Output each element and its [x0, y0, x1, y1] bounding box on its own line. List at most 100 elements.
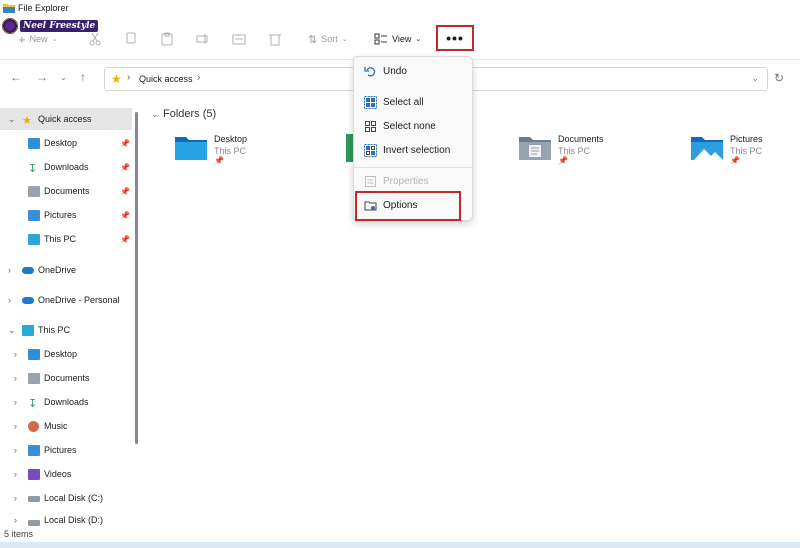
folder-name: Documents: [558, 134, 604, 144]
sidebar-item-pictures[interactable]: Pictures 📌: [0, 204, 132, 226]
watermark-disc-icon: [2, 18, 18, 34]
sidebar-item-label: Local Disk (C:): [44, 493, 104, 503]
chevron-down-icon[interactable]: ⌄: [8, 114, 16, 125]
menu-item-properties[interactable]: Properties: [358, 171, 468, 193]
sidebar-item-onedrive[interactable]: › OneDrive: [0, 259, 132, 281]
select-none-icon: [365, 121, 376, 132]
paste-button[interactable]: [160, 18, 174, 60]
chevron-right-icon[interactable]: ›: [14, 349, 17, 359]
paste-icon: [161, 32, 173, 46]
sidebar-item-onedrive-personal[interactable]: › OneDrive - Personal: [0, 289, 132, 311]
see-more-button[interactable]: •••: [436, 25, 474, 51]
sidebar-item-local-disk-d[interactable]: › Local Disk (D:): [0, 511, 132, 528]
watermark-logo: Neel Freestyle: [2, 17, 99, 35]
computer-icon: [28, 233, 40, 245]
folder-name: Desktop: [214, 134, 248, 144]
desktop-folder-icon: [175, 137, 207, 160]
sort-button-label: Sort: [321, 34, 338, 44]
menu-item-select-none[interactable]: Select none: [358, 116, 468, 138]
new-button-label: New: [29, 34, 48, 44]
view-button[interactable]: View ⌄: [374, 18, 421, 60]
status-bar: 5 items: [0, 528, 800, 542]
sidebar-item-label: Desktop: [44, 349, 78, 359]
music-icon: [28, 420, 39, 432]
desktop-icon: [28, 348, 40, 360]
chevron-down-icon[interactable]: ⌄: [151, 109, 159, 120]
sort-button[interactable]: ⇅ Sort ⌄: [308, 18, 348, 60]
rename-button[interactable]: [196, 18, 210, 60]
more-dots-icon: •••: [446, 30, 464, 46]
sidebar-item-pc-videos[interactable]: › Videos: [0, 463, 132, 485]
sidebar-item-this-pc[interactable]: ⌄ This PC: [0, 319, 132, 341]
folder-location: This PC: [730, 146, 763, 156]
sidebar-item-pc-documents[interactable]: › Documents: [0, 367, 132, 389]
cloud-icon: [22, 267, 34, 274]
share-button[interactable]: [232, 18, 246, 60]
pictures-folder-icon: [691, 137, 723, 160]
invert-selection-icon: [364, 144, 377, 157]
breadcrumb-separator-icon: ›: [197, 72, 201, 83]
sidebar-item-quick-access[interactable]: ⌄ ★ Quick access: [0, 108, 132, 130]
pin-icon: 📌: [120, 162, 130, 172]
trash-icon: [269, 34, 281, 46]
documents-icon: [28, 185, 40, 197]
sidebar-scrollbar[interactable]: [135, 112, 138, 444]
folder-location: This PC: [558, 146, 591, 156]
sidebar-item-this-pc-pinned[interactable]: This PC 📌: [0, 228, 132, 250]
sidebar-item-pc-desktop[interactable]: › Desktop: [0, 343, 132, 365]
sidebar-item-label: Desktop: [44, 138, 78, 148]
folder-tile-documents[interactable]: Documents This PC 📌: [518, 134, 668, 174]
sidebar-item-label: Music: [44, 421, 68, 431]
copy-button[interactable]: [124, 18, 138, 60]
sidebar-item-label: Videos: [44, 469, 72, 479]
cloud-icon: [22, 297, 34, 304]
sidebar-item-label: Local Disk (D:): [44, 514, 104, 525]
folder-app-icon: [3, 4, 15, 13]
chevron-right-icon[interactable]: ›: [8, 265, 11, 275]
drive-icon: [28, 520, 40, 526]
menu-item-label: Select all: [383, 97, 424, 108]
sidebar-item-label: Pictures: [44, 445, 77, 455]
sidebar-item-pc-pictures[interactable]: › Pictures: [0, 439, 132, 461]
star-icon: ★: [22, 114, 32, 127]
chevron-right-icon[interactable]: ›: [8, 295, 11, 305]
sidebar-item-local-disk-c[interactable]: › Local Disk (C:): [0, 487, 132, 509]
menu-item-select-all[interactable]: Select all: [358, 92, 468, 114]
file-explorer-window: File Explorer + New ⌄ ⇅ Sort ⌄ View ⌄ ••…: [0, 0, 800, 548]
chevron-right-icon[interactable]: ›: [14, 421, 17, 431]
up-arrow-icon[interactable]: ↑: [80, 70, 86, 84]
delete-button[interactable]: [268, 18, 282, 60]
folder-tile-pictures[interactable]: Pictures This PC 📌: [690, 134, 800, 174]
pictures-icon: [28, 444, 40, 456]
folders-group-header[interactable]: Folders (5): [163, 108, 216, 120]
chevron-right-icon[interactable]: ›: [14, 493, 17, 503]
sidebar-item-desktop[interactable]: Desktop 📌: [0, 132, 132, 154]
chevron-right-icon[interactable]: ›: [14, 373, 17, 383]
chevron-right-icon[interactable]: ›: [14, 469, 17, 479]
title-bar: File Explorer: [0, 0, 800, 18]
folder-tile-desktop[interactable]: Desktop This PC 📌: [174, 134, 324, 174]
breadcrumb-quick-access[interactable]: Quick access: [139, 74, 193, 84]
select-all-icon: [364, 96, 377, 109]
computer-icon: [22, 324, 34, 336]
chevron-right-icon[interactable]: ›: [14, 397, 17, 407]
sidebar-item-label: Downloads: [44, 397, 89, 407]
taskbar-edge: [0, 542, 800, 548]
back-arrow-icon[interactable]: ←: [10, 70, 22, 84]
sidebar-item-documents[interactable]: Documents 📌: [0, 180, 132, 202]
chevron-down-icon[interactable]: ⌄: [751, 73, 759, 84]
recent-locations-icon[interactable]: ⌄: [60, 73, 67, 82]
chevron-down-icon: ⌄: [415, 36, 422, 43]
sidebar-item-pc-music[interactable]: › Music: [0, 415, 132, 437]
forward-arrow-icon[interactable]: →: [36, 70, 48, 84]
sidebar-item-downloads[interactable]: ↧ Downloads 📌: [0, 156, 132, 178]
properties-icon: [365, 176, 376, 187]
refresh-icon[interactable]: ↻: [774, 71, 784, 85]
chevron-right-icon[interactable]: ›: [14, 515, 17, 525]
sidebar-item-pc-downloads[interactable]: › ↧ Downloads: [0, 391, 132, 413]
chevron-right-icon[interactable]: ›: [14, 445, 17, 455]
sidebar-item-label: Documents: [44, 373, 90, 383]
menu-item-invert-selection[interactable]: Invert selection: [358, 140, 468, 162]
menu-item-undo[interactable]: Undo: [358, 61, 468, 83]
chevron-down-icon[interactable]: ⌄: [8, 325, 16, 336]
